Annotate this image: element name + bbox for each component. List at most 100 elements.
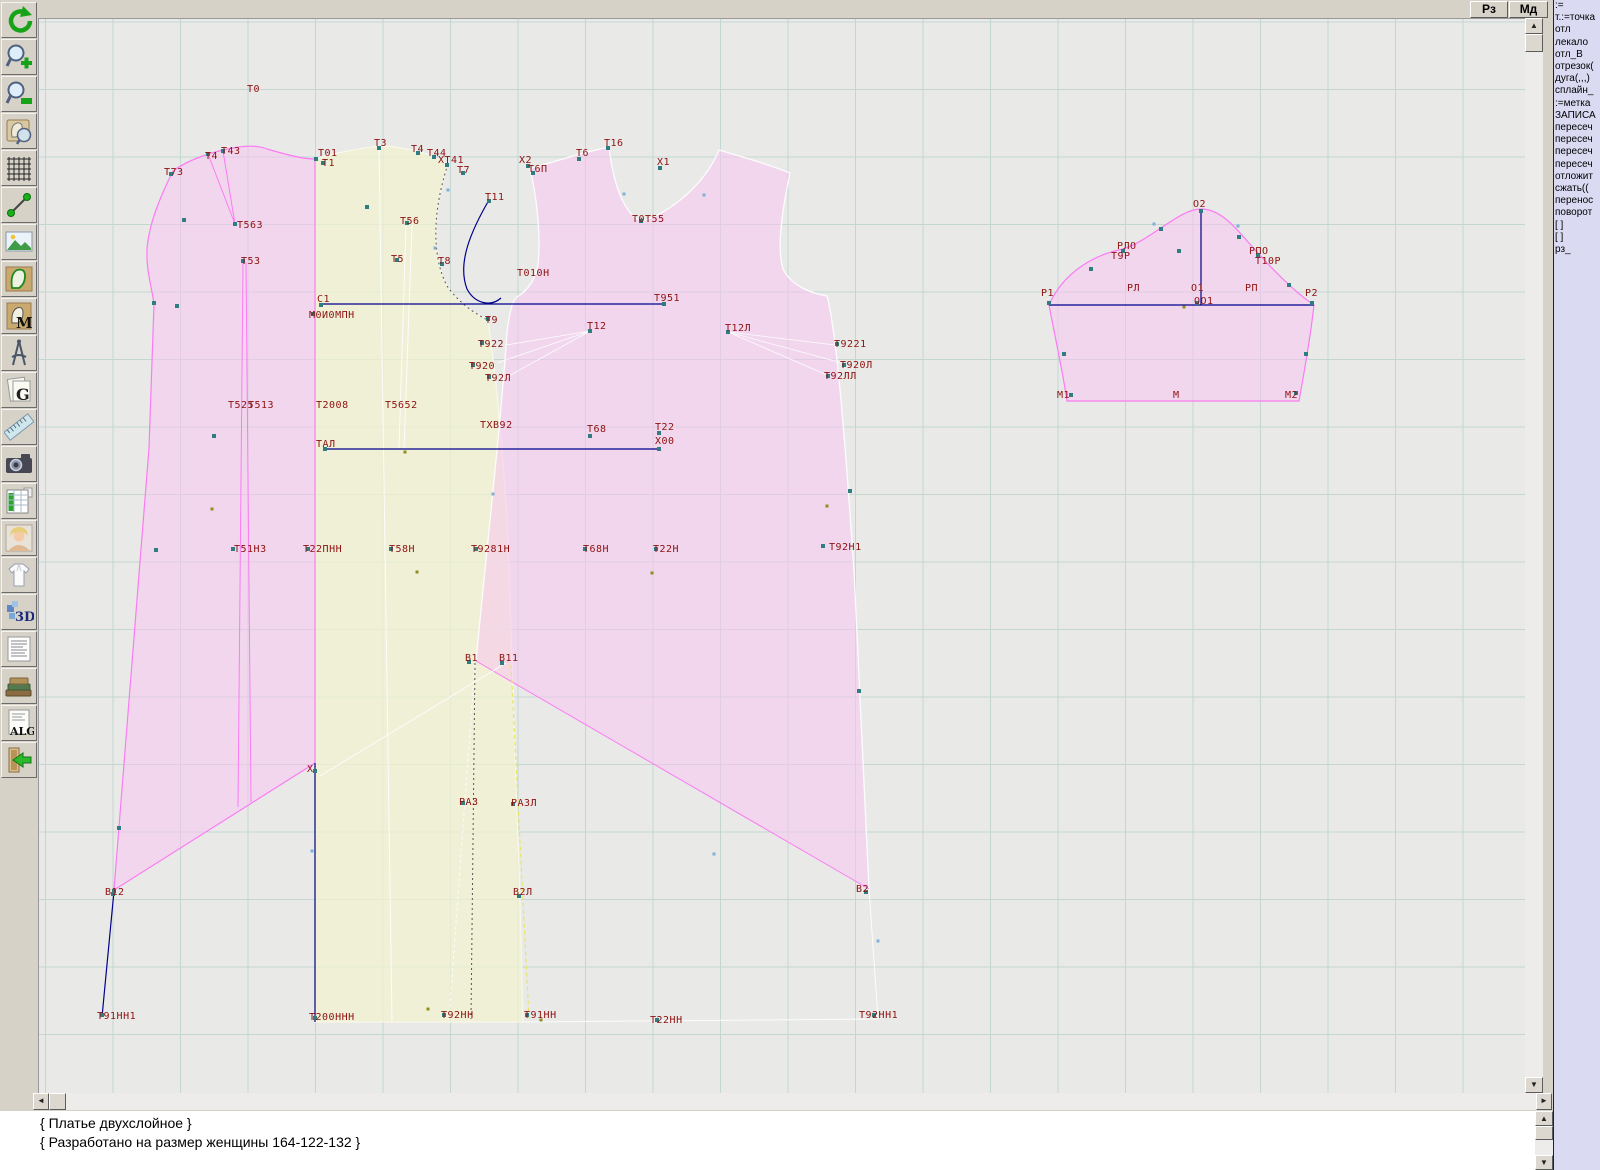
- pattern-piece-button[interactable]: [1, 261, 37, 297]
- point-marker[interactable]: [492, 493, 495, 496]
- point-marker[interactable]: [313, 769, 317, 773]
- point-label-Т5[interactable]: Т5: [391, 254, 404, 265]
- command-item[interactable]: ЗАПИСА: [1554, 110, 1600, 122]
- compass-button[interactable]: [1, 335, 37, 371]
- point-marker[interactable]: [416, 571, 419, 574]
- table-button[interactable]: [1, 483, 37, 519]
- point-marker[interactable]: [1287, 283, 1291, 287]
- point-marker[interactable]: [1159, 227, 1163, 231]
- point-label-РЛ[interactable]: РЛ: [1127, 283, 1140, 294]
- point-marker[interactable]: [713, 853, 716, 856]
- rz-button[interactable]: Рз: [1470, 1, 1508, 18]
- point-marker[interactable]: [1047, 301, 1051, 305]
- point-label-РП[interactable]: РП: [1245, 283, 1258, 294]
- piece-front[interactable]: [476, 147, 869, 889]
- point-marker[interactable]: [651, 572, 654, 575]
- command-item[interactable]: сжать((: [1554, 183, 1600, 195]
- point-marker[interactable]: [821, 544, 825, 548]
- point-label-Т10Р[interactable]: Т10Р: [1255, 256, 1281, 267]
- zoom-pattern-button[interactable]: [1, 113, 37, 149]
- point-label-Т9Р[interactable]: Т9Р: [1111, 251, 1131, 262]
- point-label-О1[interactable]: О1: [1191, 283, 1204, 294]
- point-label-Т68Н[interactable]: Т68Н: [583, 544, 609, 555]
- point-label-М1[interactable]: М1: [1057, 390, 1070, 401]
- point-label-Т12Л[interactable]: Т12Л: [725, 323, 751, 334]
- point-label-Т200ННН[interactable]: Т200ННН: [309, 1012, 355, 1023]
- point-marker[interactable]: [152, 301, 156, 305]
- point-marker[interactable]: [175, 304, 179, 308]
- point-label-Т91НН1[interactable]: Т91НН1: [97, 1011, 136, 1022]
- point-label-Т11[interactable]: Т11: [485, 192, 505, 203]
- undo-button[interactable]: [1, 2, 37, 38]
- point-marker[interactable]: [447, 189, 450, 192]
- scroll-left-icon[interactable]: ◄: [33, 1093, 49, 1110]
- pattern-drawing[interactable]: Т0Т73Т4Т43Т563Т53Т525Т513Т51Н3В12Т91НН1Т…: [39, 19, 1526, 1094]
- point-label-Т92Н1[interactable]: Т92Н1: [829, 542, 862, 553]
- point-marker[interactable]: [1062, 352, 1066, 356]
- point-label-Т9[interactable]: Т9: [485, 315, 498, 326]
- point-label-Т9221[interactable]: Т9221: [834, 339, 867, 350]
- point-marker[interactable]: [826, 505, 829, 508]
- point-label-Т513[interactable]: Т513: [248, 400, 274, 411]
- command-item[interactable]: пересеч: [1554, 134, 1600, 146]
- point-marker[interactable]: [434, 247, 437, 250]
- point-marker[interactable]: [211, 508, 214, 511]
- point-marker[interactable]: [1310, 301, 1314, 305]
- scroll-up-icon[interactable]: ▲: [1535, 1111, 1553, 1126]
- command-item[interactable]: отл: [1554, 24, 1600, 36]
- segment-button[interactable]: [1, 187, 37, 223]
- canvas-horizontal-scrollbar[interactable]: ◄ ►: [33, 1093, 1552, 1110]
- point-label-Т6[interactable]: Т6: [576, 148, 589, 159]
- point-label-М0И0МПН[interactable]: М0И0МПН: [309, 310, 355, 321]
- zoom-in-button[interactable]: [1, 39, 37, 75]
- point-marker[interactable]: [1183, 306, 1186, 309]
- point-marker[interactable]: [1089, 267, 1093, 271]
- point-label-ОО1[interactable]: ОО1: [1194, 296, 1214, 307]
- point-label-Т91НН[interactable]: Т91НН: [524, 1010, 557, 1021]
- point-marker[interactable]: [703, 194, 706, 197]
- command-item[interactable]: [ ]: [1554, 232, 1600, 244]
- point-label-Т8[interactable]: Т8: [438, 256, 451, 267]
- point-marker[interactable]: [117, 826, 121, 830]
- point-label-Т58Н[interactable]: Т58Н: [389, 544, 415, 555]
- point-label-Т010Н[interactable]: Т010Н: [517, 268, 550, 279]
- point-label-ТХВ92[interactable]: ТХВ92: [480, 420, 513, 431]
- point-label-Т22Н[interactable]: Т22Н: [653, 544, 679, 555]
- point-label-Т22НН[interactable]: Т22НН: [650, 1015, 683, 1026]
- point-label-М2[interactable]: М2: [1285, 390, 1298, 401]
- point-label-Х1[interactable]: Х1: [657, 157, 670, 168]
- point-marker[interactable]: [365, 205, 369, 209]
- camera-button[interactable]: [1, 446, 37, 482]
- garment-button[interactable]: [1, 557, 37, 593]
- point-label-Т68[interactable]: Т68: [587, 424, 607, 435]
- point-label-Т920[interactable]: Т920: [469, 361, 495, 372]
- point-label-О2[interactable]: О2: [1193, 199, 1206, 210]
- point-label-Х[interactable]: Х: [307, 764, 314, 775]
- command-item[interactable]: поворот: [1554, 207, 1600, 219]
- point-label-РА3Л[interactable]: РА3Л: [511, 798, 537, 809]
- command-item[interactable]: перенос: [1554, 195, 1600, 207]
- point-marker[interactable]: [427, 1008, 430, 1011]
- exit-button[interactable]: [1, 742, 37, 778]
- point-marker[interactable]: [857, 689, 861, 693]
- point-label-Р1[interactable]: Р1: [1041, 288, 1054, 299]
- point-label-В11[interactable]: В11: [499, 653, 519, 664]
- console-scroll-thumb[interactable]: [1535, 1126, 1553, 1140]
- point-label-ТАЛ[interactable]: ТАЛ: [316, 439, 336, 450]
- point-label-Т951[interactable]: Т951: [654, 293, 680, 304]
- command-item[interactable]: лекало: [1554, 37, 1600, 49]
- point-label-Т43[interactable]: Т43: [221, 146, 241, 157]
- point-label-Р2[interactable]: Р2: [1305, 288, 1318, 299]
- 3d-button[interactable]: 3D: [1, 594, 37, 630]
- command-item[interactable]: :=метка: [1554, 98, 1600, 110]
- point-marker[interactable]: [212, 434, 216, 438]
- point-label-Т92ЛЛ[interactable]: Т92ЛЛ: [824, 371, 857, 382]
- point-label-Т3[interactable]: Т3: [374, 138, 387, 149]
- piece-back[interactable]: [114, 146, 315, 890]
- point-label-Т92НН[interactable]: Т92НН: [441, 1010, 474, 1021]
- point-label-В12[interactable]: В12: [105, 887, 125, 898]
- alg-button[interactable]: ALG: [1, 705, 37, 741]
- command-item[interactable]: :=: [1554, 0, 1600, 12]
- point-label-Т9281Н[interactable]: Т9281Н: [471, 544, 510, 555]
- books-button[interactable]: [1, 668, 37, 704]
